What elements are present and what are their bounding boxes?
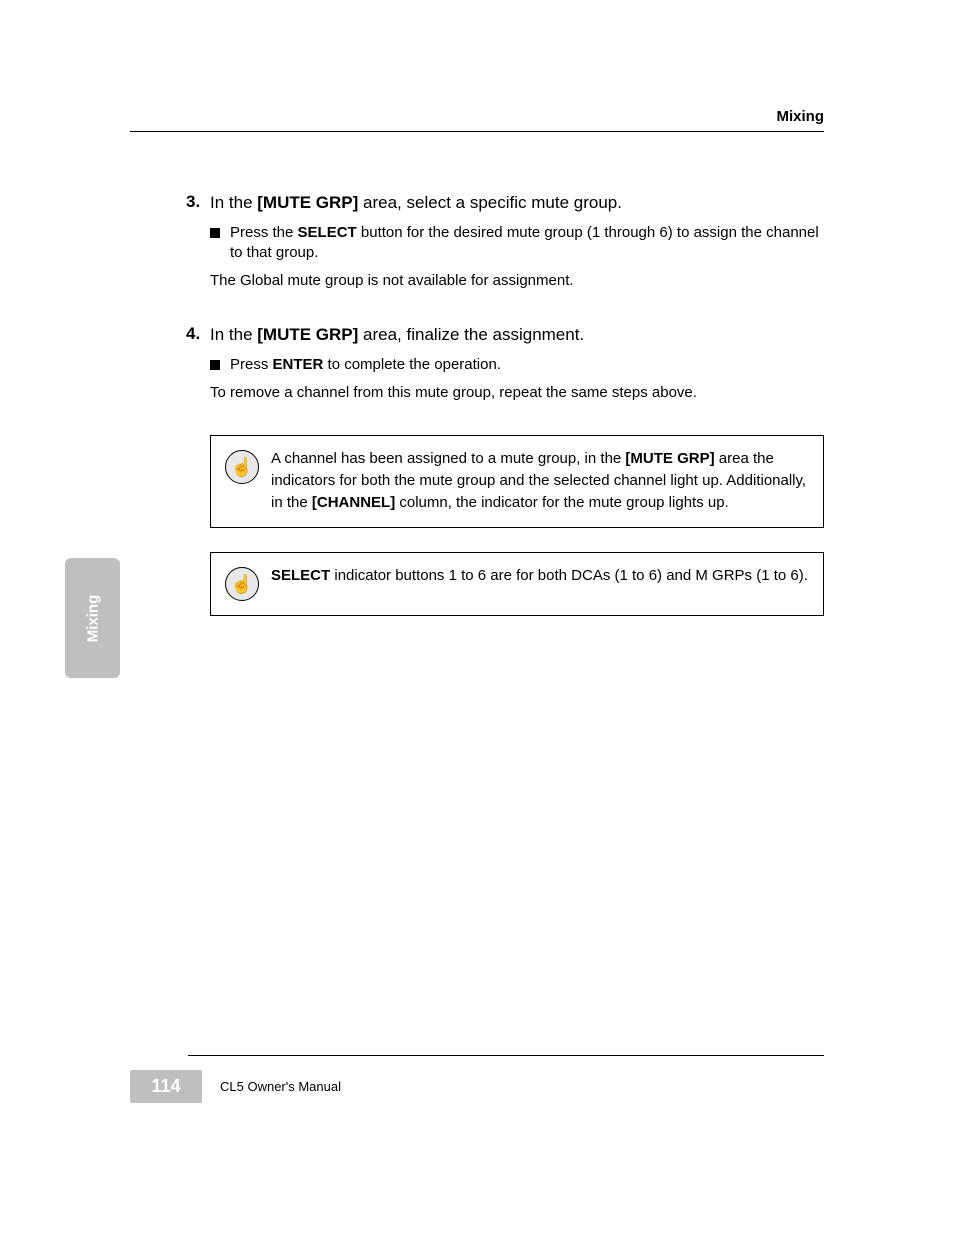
step4sub-key: ENTER: [273, 356, 324, 373]
step-4-sub: Press ENTER to complete the operation.: [210, 355, 824, 375]
step-3-text: In the [MUTE GRP] area, select a specifi…: [210, 192, 622, 215]
step-4-note: To remove a channel from this mute group…: [210, 383, 824, 403]
step3sub-before: Press the: [230, 224, 298, 241]
side-tab-label: Mixing: [84, 594, 101, 642]
step-4-number: 4.: [186, 324, 210, 344]
step4-before: In the: [210, 325, 257, 344]
header-rule: [130, 131, 824, 132]
side-tab: Mixing: [65, 558, 120, 678]
step4sub-after: to complete the operation.: [323, 356, 501, 373]
note-2-text: SELECT indicator buttons 1 to 6 are for …: [271, 565, 808, 587]
note-box-1: ☝ A channel has been assigned to a mute …: [210, 435, 824, 528]
page: Mixing Mixing 3. In the [MUTE GRP] area,…: [0, 0, 954, 1235]
step3-before: In the: [210, 193, 257, 212]
footer: 114 CL5 Owner's Manual: [130, 1070, 824, 1103]
step4-after: area, finalize the assignment.: [358, 325, 584, 344]
step-3: 3. In the [MUTE GRP] area, select a spec…: [186, 192, 824, 215]
step-3-block: 3. In the [MUTE GRP] area, select a spec…: [186, 192, 824, 292]
bullet-icon: [210, 360, 220, 370]
hand-icon: ☝: [225, 567, 259, 601]
page-header-title: Mixing: [130, 108, 824, 125]
note1-after: column, the indicator for the mute group…: [395, 494, 729, 511]
note-box-2: ☝ SELECT indicator buttons 1 to 6 are fo…: [210, 552, 824, 616]
page-number-badge: 114: [130, 1070, 202, 1103]
note1-before: A channel has been assigned to a mute gr…: [271, 450, 625, 467]
step-4-sub-text: Press ENTER to complete the operation.: [230, 355, 501, 375]
step-3-sub-text: Press the SELECT button for the desired …: [230, 223, 824, 264]
step4-key: [MUTE GRP]: [257, 325, 358, 344]
footer-rule: [188, 1055, 824, 1056]
footer-label: CL5 Owner's Manual: [220, 1079, 341, 1094]
bullet-icon: [210, 228, 220, 238]
hand-icon: ☝: [225, 450, 259, 484]
step3sub-key: SELECT: [298, 224, 357, 241]
note2-after: indicator buttons 1 to 6 are for both DC…: [330, 567, 808, 584]
note2-key: SELECT: [271, 567, 330, 584]
step3-after: area, select a specific mute group.: [358, 193, 622, 212]
step-4-text: In the [MUTE GRP] area, finalize the ass…: [210, 324, 584, 347]
step-3-sub: Press the SELECT button for the desired …: [210, 223, 824, 264]
step-4-block: 4. In the [MUTE GRP] area, finalize the …: [186, 324, 824, 403]
step4sub-before: Press: [230, 356, 273, 373]
note1-key2: [CHANNEL]: [312, 494, 395, 511]
content: 3. In the [MUTE GRP] area, select a spec…: [186, 192, 824, 616]
note1-key1: [MUTE GRP]: [625, 450, 714, 467]
step3-key: [MUTE GRP]: [257, 193, 358, 212]
step-4: 4. In the [MUTE GRP] area, finalize the …: [186, 324, 824, 347]
note-1-text: A channel has been assigned to a mute gr…: [271, 448, 809, 513]
step-3-note: The Global mute group is not available f…: [210, 271, 824, 291]
step-3-number: 3.: [186, 192, 210, 212]
